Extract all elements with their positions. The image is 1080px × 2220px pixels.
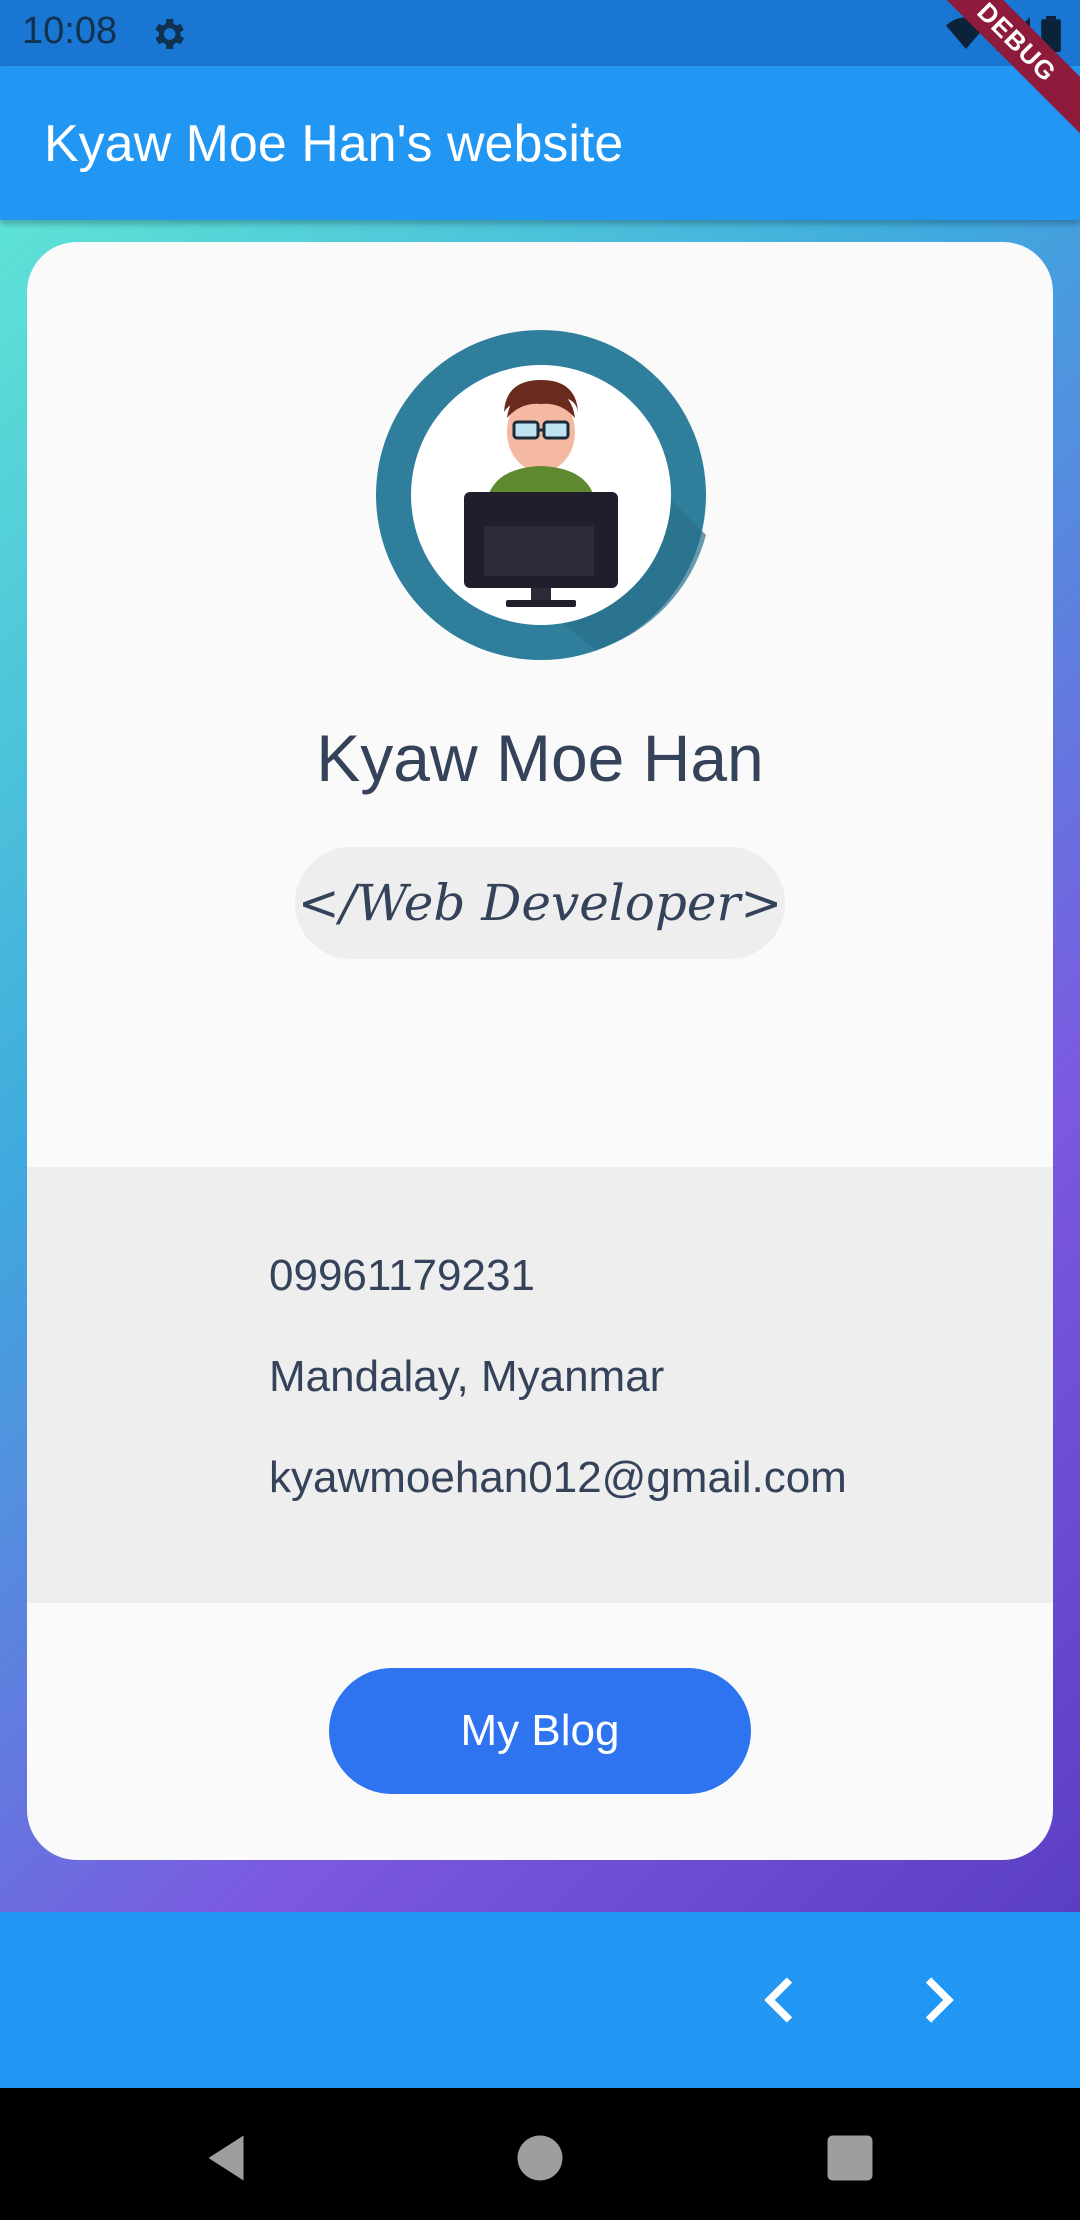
email-address: kyawmoehan012@gmail.com <box>269 1453 847 1502</box>
home-icon[interactable] <box>510 2128 570 2188</box>
phone-number: 09961179231 <box>269 1251 535 1300</box>
chevron-left-icon[interactable] <box>752 1970 812 2030</box>
app-bar: Kyaw Moe Han's website <box>0 66 1080 220</box>
back-icon[interactable] <box>196 2128 256 2188</box>
role-chip: </Web Developer> <box>295 847 785 959</box>
location-text: Mandalay, Myanmar <box>269 1352 665 1401</box>
status-time: 10:08 <box>22 10 118 52</box>
app-title: Kyaw Moe Han's website <box>44 115 624 173</box>
profile-name: Kyaw Moe Han <box>316 721 764 795</box>
recents-icon[interactable] <box>820 2128 880 2188</box>
status-bar: 10:08 <box>0 0 1080 66</box>
contact-info-section: 09961179231 Mandalay, Myanmar kyawmoehan… <box>27 1167 1053 1603</box>
bottom-navigation-bar <box>0 1912 1080 2088</box>
my-blog-button[interactable]: My Blog <box>329 1668 751 1794</box>
developer-avatar-icon <box>376 330 706 660</box>
gear-icon <box>155 19 184 49</box>
chevron-right-icon[interactable] <box>906 1970 966 2030</box>
profile-card: Kyaw Moe Han </Web Developer> 0996117923… <box>27 242 1053 1860</box>
system-navigation-bar <box>0 2088 1080 2220</box>
